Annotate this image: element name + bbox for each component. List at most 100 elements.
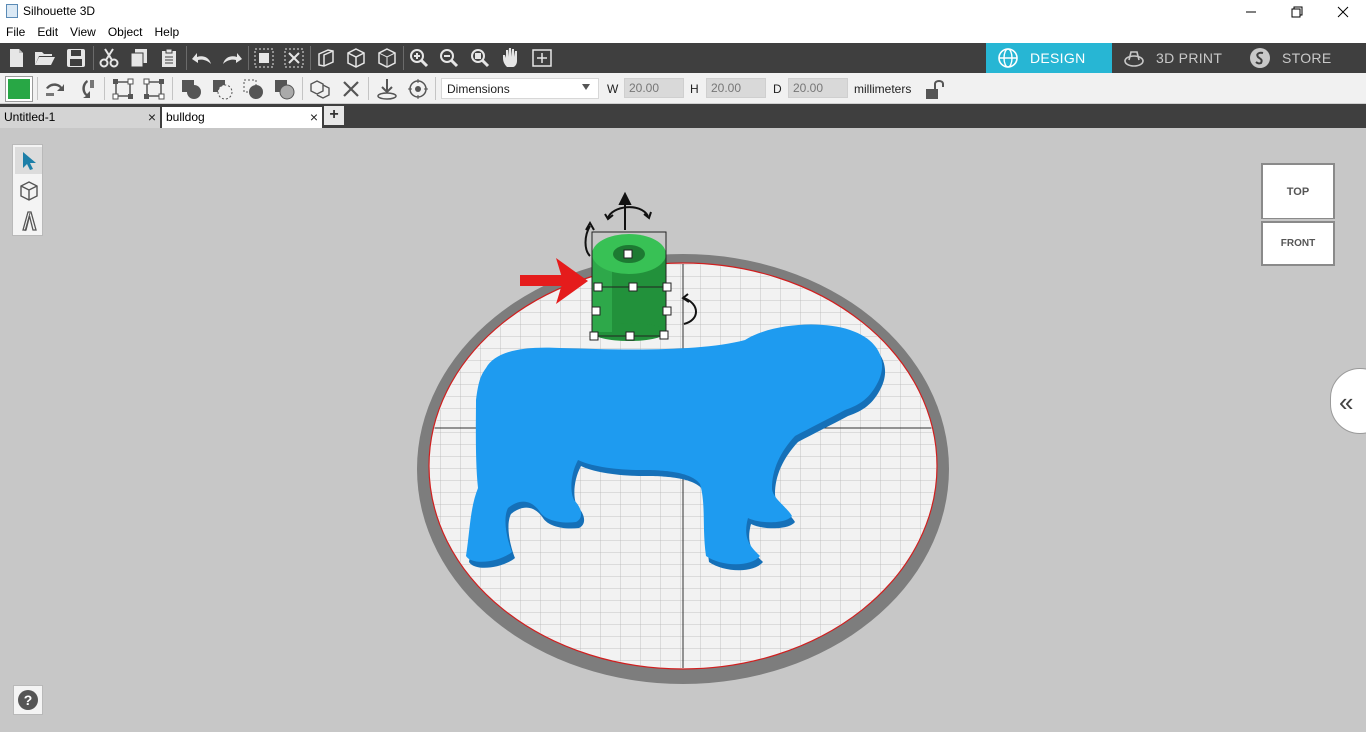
depth-label: D — [773, 82, 782, 96]
subtract-button[interactable] — [210, 77, 234, 101]
zoom-fit-icon — [471, 49, 490, 68]
close-tab-icon[interactable]: × — [148, 109, 156, 125]
lock-aspect-button[interactable] — [923, 78, 947, 102]
new-file-button[interactable] — [3, 46, 29, 70]
group-button[interactable] — [251, 46, 277, 70]
undo-button[interactable] — [189, 46, 215, 70]
height-label: H — [690, 82, 699, 96]
printer-icon — [1122, 46, 1146, 70]
add-tab-button[interactable]: + — [324, 106, 344, 125]
zoom-in-button[interactable] — [406, 46, 432, 70]
store-tab[interactable]: STORE — [1238, 43, 1366, 73]
paste-button[interactable] — [156, 46, 182, 70]
zoom-out-button[interactable] — [436, 46, 462, 70]
duplicate-button[interactable] — [308, 77, 332, 101]
zoom-in-icon — [410, 49, 429, 68]
delete-x-icon — [343, 81, 359, 97]
tab-untitled-1[interactable]: Untitled-1 × — [0, 107, 160, 128]
tab-bulldog[interactable]: bulldog × — [162, 107, 322, 128]
flip-horizontal-icon — [46, 83, 64, 96]
resize-button[interactable] — [142, 77, 166, 101]
copy-button[interactable] — [126, 46, 152, 70]
drop-to-floor-button[interactable] — [375, 77, 399, 101]
dimension-mode-value: Dimensions — [447, 82, 510, 96]
close-tab-icon[interactable]: × — [310, 109, 318, 125]
dimension-mode-select[interactable]: Dimensions — [441, 78, 599, 99]
hand-icon — [503, 48, 517, 67]
store-tab-label: STORE — [1282, 50, 1332, 66]
cube-view-button[interactable] — [343, 46, 369, 70]
toolbar-separator — [104, 77, 105, 100]
save-button[interactable] — [63, 46, 89, 70]
design-tab-label: DESIGN — [1030, 50, 1086, 66]
view-cube-front[interactable]: FRONT — [1261, 221, 1335, 266]
perspective-view-button[interactable] — [313, 46, 339, 70]
restore-button[interactable] — [1274, 0, 1320, 23]
height-input[interactable]: 20.00 — [706, 78, 766, 98]
close-button[interactable] — [1320, 0, 1366, 23]
units-label: millimeters — [854, 82, 912, 96]
left-tool-panel — [12, 144, 43, 236]
view-cube-top[interactable]: TOP — [1261, 163, 1335, 219]
exclude-button[interactable] — [272, 77, 296, 101]
minimize-button[interactable] — [1228, 0, 1274, 23]
delete-button[interactable] — [339, 77, 363, 101]
drop-to-floor-icon — [377, 79, 397, 100]
tab-label: bulldog — [166, 110, 205, 124]
intersect-button[interactable] — [241, 77, 265, 101]
perspective-icon — [318, 49, 334, 67]
fit-screen-button[interactable] — [529, 46, 555, 70]
center-button[interactable] — [406, 77, 430, 101]
shape-tool-button[interactable] — [15, 177, 42, 204]
toolbar-separator — [310, 46, 311, 70]
3d-print-tab[interactable]: 3D PRINT — [1112, 43, 1238, 73]
ungroup-button[interactable] — [281, 46, 307, 70]
menu-help[interactable]: Help — [149, 23, 186, 43]
group-icon — [254, 48, 274, 68]
cube-front-view-button[interactable] — [374, 46, 400, 70]
text-tool-button[interactable] — [15, 207, 42, 234]
duplicate-cubes-icon — [310, 80, 330, 99]
redo-icon — [223, 53, 242, 64]
globe-icon — [996, 46, 1020, 70]
cursor-arrow-icon — [22, 151, 36, 170]
menu-object[interactable]: Object — [102, 23, 149, 43]
help-button[interactable]: ? — [13, 685, 43, 715]
scale-button[interactable] — [111, 77, 135, 101]
select-tool-button[interactable] — [15, 147, 42, 174]
plus-icon: + — [329, 106, 339, 123]
pan-button[interactable] — [498, 46, 524, 70]
open-file-button[interactable] — [32, 46, 58, 70]
cube-outline-icon — [378, 48, 396, 68]
minimize-icon — [1246, 11, 1256, 12]
3d-viewport[interactable] — [0, 128, 1366, 727]
zoom-fit-button[interactable] — [467, 46, 493, 70]
3d-text-icon — [21, 210, 37, 231]
unlock-icon — [926, 80, 944, 99]
menu-view[interactable]: View — [64, 23, 102, 43]
fill-color-swatch[interactable] — [5, 76, 33, 102]
cube-icon — [347, 48, 365, 68]
width-label: W — [607, 82, 619, 96]
folder-open-icon — [35, 52, 55, 65]
scale-icon — [112, 78, 134, 100]
width-input[interactable]: 20.00 — [624, 78, 684, 98]
exclude-icon — [275, 80, 295, 100]
view-cube[interactable]: TOP FRONT — [1261, 163, 1335, 266]
depth-input[interactable]: 20.00 — [788, 78, 848, 98]
tab-label: Untitled-1 — [4, 110, 56, 124]
restore-icon — [1291, 6, 1303, 17]
design-tab[interactable]: DESIGN — [986, 43, 1112, 73]
weld-button[interactable] — [179, 77, 203, 101]
redo-button[interactable] — [219, 46, 245, 70]
cut-button[interactable] — [96, 46, 122, 70]
toolbar-separator — [302, 77, 303, 100]
menu-file[interactable]: File — [0, 23, 31, 43]
3d-print-tab-label: 3D PRINT — [1156, 50, 1223, 66]
app-icon — [6, 4, 18, 18]
flip-vertical-button[interactable] — [75, 77, 99, 101]
toolbar-separator — [248, 46, 249, 70]
menu-edit[interactable]: Edit — [31, 23, 64, 43]
flip-horizontal-button[interactable] — [43, 77, 67, 101]
title-bar: Silhouette 3D — [0, 0, 1366, 23]
